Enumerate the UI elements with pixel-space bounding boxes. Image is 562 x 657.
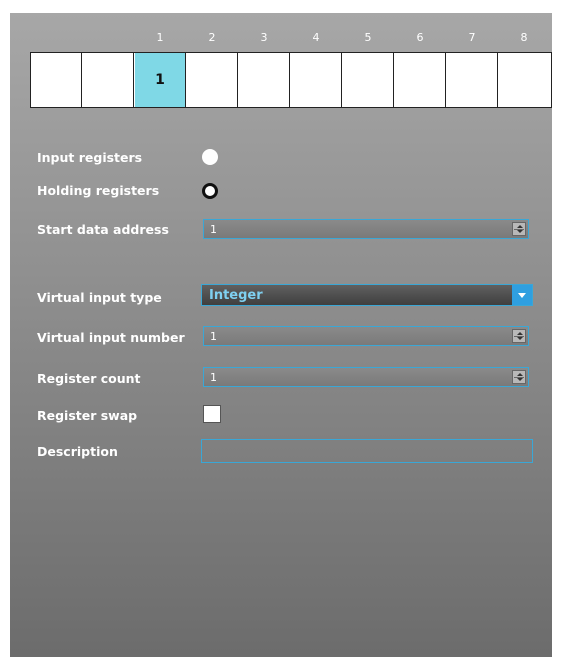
description-input[interactable]	[201, 439, 533, 463]
register-cell[interactable]	[31, 53, 82, 107]
register-index-4: 4	[312, 31, 320, 44]
virtual-input-type-label: Virtual input type	[37, 290, 162, 305]
register-cell[interactable]	[499, 53, 550, 107]
register-cell-strip: 1	[30, 52, 552, 108]
spin-up-down-icon[interactable]	[512, 370, 526, 384]
virtual-input-number-label: Virtual input number	[37, 330, 185, 345]
register-cell[interactable]	[83, 53, 134, 107]
spin-up-down-icon[interactable]	[512, 329, 526, 343]
start-data-address-label: Start data address	[37, 222, 169, 237]
register-index-7: 7	[468, 31, 476, 44]
register-swap-label: Register swap	[37, 408, 138, 423]
modbus-register-panel: 1 2 3 4 5 6 7 8 1 Input registers Holdin…	[10, 13, 552, 657]
register-index-row: 1 2 3 4 5 6 7 8	[30, 31, 552, 47]
description-label: Description	[37, 444, 118, 459]
register-swap-checkbox[interactable]	[203, 405, 221, 423]
virtual-input-type-select[interactable]: Integer	[201, 284, 533, 306]
virtual-input-number-value: 1	[210, 330, 217, 343]
spin-up-down-icon[interactable]	[512, 222, 526, 236]
register-cell[interactable]	[343, 53, 394, 107]
register-index-5: 5	[364, 31, 372, 44]
register-count-value: 1	[210, 371, 217, 384]
register-count-label: Register count	[37, 371, 141, 386]
input-registers-radio[interactable]	[202, 149, 218, 165]
register-cell[interactable]	[447, 53, 498, 107]
register-cell[interactable]	[291, 53, 342, 107]
start-data-address-value: 1	[210, 223, 217, 236]
register-cell-active[interactable]: 1	[135, 53, 186, 107]
register-index-1: 1	[156, 31, 164, 44]
register-index-8: 8	[520, 31, 528, 44]
register-index-2: 2	[208, 31, 216, 44]
input-registers-label: Input registers	[37, 150, 143, 165]
chevron-down-icon[interactable]	[512, 285, 532, 305]
virtual-input-type-value: Integer	[209, 288, 263, 303]
register-count-spinner[interactable]: 1	[203, 367, 529, 387]
register-cell[interactable]	[395, 53, 446, 107]
register-cell[interactable]	[239, 53, 290, 107]
register-cell[interactable]	[187, 53, 238, 107]
register-index-6: 6	[416, 31, 424, 44]
register-index-3: 3	[260, 31, 268, 44]
holding-registers-radio[interactable]	[202, 183, 218, 199]
virtual-input-number-spinner[interactable]: 1	[203, 326, 529, 346]
start-data-address-spinner[interactable]: 1	[203, 219, 529, 239]
holding-registers-label: Holding registers	[37, 183, 160, 198]
